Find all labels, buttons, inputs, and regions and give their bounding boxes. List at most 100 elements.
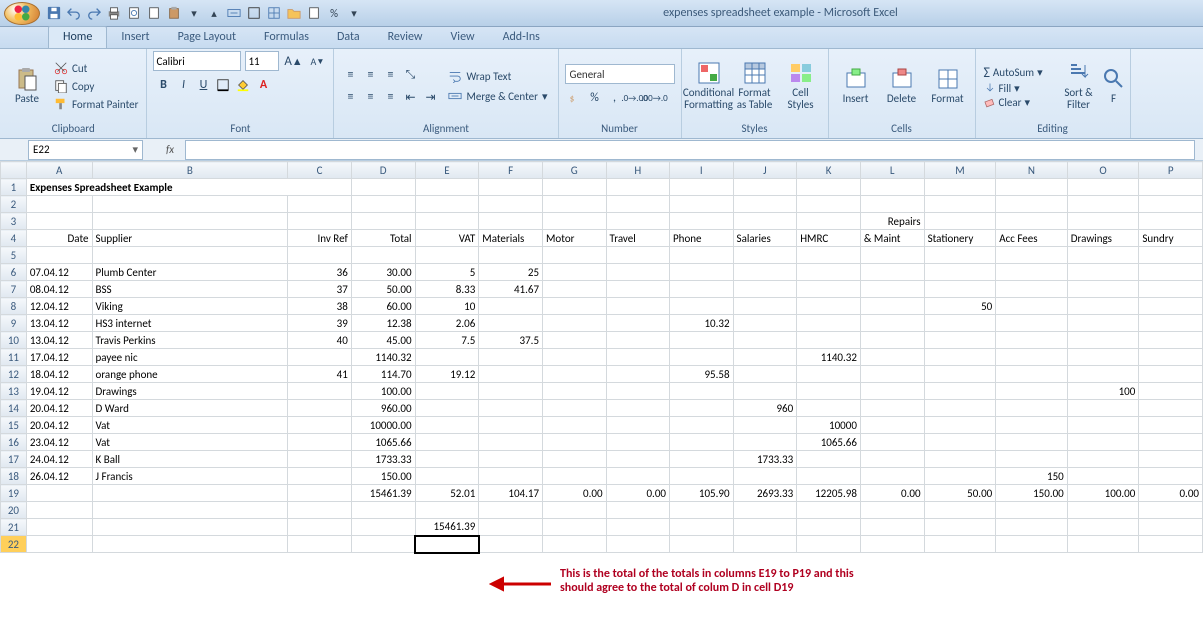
cell-O3[interactable] — [1067, 213, 1139, 230]
wrap-text-button[interactable]: Wrap Text — [444, 67, 551, 85]
cell-G13[interactable] — [543, 383, 607, 400]
cell-J2[interactable] — [733, 196, 797, 213]
cell-C12[interactable]: 41 — [288, 366, 352, 383]
cell-E16[interactable] — [415, 434, 479, 451]
cell-H1[interactable] — [606, 179, 669, 196]
cell-F21[interactable] — [479, 519, 543, 536]
cell-N8[interactable] — [996, 298, 1068, 315]
cell-B9[interactable]: HS3 internet — [92, 315, 288, 332]
cell-C14[interactable] — [288, 400, 352, 417]
align-bottom-icon[interactable]: ≡ — [380, 65, 400, 85]
cell-B18[interactable]: J Francis — [92, 468, 288, 485]
indent-decrease-icon[interactable]: ⇤ — [400, 87, 420, 107]
cell-B4[interactable]: Supplier — [92, 230, 288, 247]
cell-F5[interactable] — [479, 247, 543, 264]
cell-J7[interactable] — [733, 281, 797, 298]
cell-I1[interactable] — [670, 179, 734, 196]
qat-open-icon[interactable] — [286, 5, 302, 21]
cell-P5[interactable] — [1139, 247, 1203, 264]
cell-N17[interactable] — [996, 451, 1068, 468]
cell-C4[interactable]: Inv Ref — [288, 230, 352, 247]
cell-A9[interactable]: 13.04.12 — [26, 315, 92, 332]
cell-D4[interactable]: Total — [351, 230, 415, 247]
cell-J13[interactable] — [733, 383, 797, 400]
cell-O19[interactable]: 100.00 — [1067, 485, 1139, 502]
cell-styles-button[interactable]: Cell Styles — [780, 53, 822, 119]
cell-P2[interactable] — [1139, 196, 1203, 213]
cell-D6[interactable]: 30.00 — [351, 264, 415, 281]
cell-M2[interactable] — [924, 196, 996, 213]
cell-I10[interactable] — [670, 332, 734, 349]
cell-L7[interactable] — [860, 281, 924, 298]
qat-border-icon[interactable] — [246, 5, 262, 21]
cell-H20[interactable] — [606, 502, 669, 519]
cell-J18[interactable] — [733, 468, 797, 485]
formula-input[interactable] — [185, 140, 1195, 160]
cell-B6[interactable]: Plumb Center — [92, 264, 288, 281]
cell-N16[interactable] — [996, 434, 1068, 451]
cell-J5[interactable] — [733, 247, 797, 264]
cell-N15[interactable] — [996, 417, 1068, 434]
cell-N9[interactable] — [996, 315, 1068, 332]
cell-M12[interactable] — [924, 366, 996, 383]
cell-J12[interactable] — [733, 366, 797, 383]
cell-I17[interactable] — [670, 451, 734, 468]
sort-filter-button[interactable]: Sort & Filter — [1058, 53, 1100, 119]
cell-A13[interactable]: 19.04.12 — [26, 383, 92, 400]
cell-N6[interactable] — [996, 264, 1068, 281]
row-header-5[interactable]: 5 — [1, 247, 27, 264]
cell-H6[interactable] — [606, 264, 669, 281]
format-as-table-button[interactable]: Format as Table — [734, 53, 776, 119]
cell-D12[interactable]: 114.70 — [351, 366, 415, 383]
cell-C13[interactable] — [288, 383, 352, 400]
cell-A3[interactable] — [26, 213, 92, 230]
cell-I5[interactable] — [670, 247, 734, 264]
cell-K20[interactable] — [797, 502, 861, 519]
cell-L1[interactable] — [860, 179, 924, 196]
insert-cells-button[interactable]: Insert — [835, 53, 877, 119]
cell-O21[interactable] — [1067, 519, 1139, 536]
cell-B20[interactable] — [92, 502, 288, 519]
cell-D5[interactable] — [351, 247, 415, 264]
cell-H14[interactable] — [606, 400, 669, 417]
col-header-A[interactable]: A — [26, 162, 92, 179]
cell-N19[interactable]: 150.00 — [996, 485, 1068, 502]
row-header-21[interactable]: 21 — [1, 519, 27, 536]
orientation-icon[interactable]: ⤡ — [400, 65, 420, 85]
cell-P10[interactable] — [1139, 332, 1203, 349]
cell-M17[interactable] — [924, 451, 996, 468]
cell-A12[interactable]: 18.04.12 — [26, 366, 92, 383]
cell-P19[interactable]: 0.00 — [1139, 485, 1203, 502]
qat-preview-icon[interactable] — [126, 5, 142, 21]
cell-A16[interactable]: 23.04.12 — [26, 434, 92, 451]
cell-L2[interactable] — [860, 196, 924, 213]
cell-A4[interactable]: Date — [26, 230, 92, 247]
fx-icon[interactable]: fx — [161, 143, 179, 156]
cell-F3[interactable] — [479, 213, 543, 230]
cell-H19[interactable]: 0.00 — [606, 485, 669, 502]
cell-A15[interactable]: 20.04.12 — [26, 417, 92, 434]
cell-A8[interactable]: 12.04.12 — [26, 298, 92, 315]
cell-D17[interactable]: 1733.33 — [351, 451, 415, 468]
cell-L18[interactable] — [860, 468, 924, 485]
cell-A10[interactable]: 13.04.12 — [26, 332, 92, 349]
select-all-button[interactable] — [1, 162, 27, 179]
cell-O10[interactable] — [1067, 332, 1139, 349]
col-header-D[interactable]: D — [351, 162, 415, 179]
cell-I19[interactable]: 105.90 — [670, 485, 734, 502]
cell-O8[interactable] — [1067, 298, 1139, 315]
cell-B7[interactable]: BSS — [92, 281, 288, 298]
cell-C15[interactable] — [288, 417, 352, 434]
cell-P3[interactable] — [1139, 213, 1203, 230]
cell-E10[interactable]: 7.5 — [415, 332, 479, 349]
cell-N22[interactable] — [996, 536, 1068, 553]
cell-J1[interactable] — [733, 179, 797, 196]
cell-J9[interactable] — [733, 315, 797, 332]
cell-P20[interactable] — [1139, 502, 1203, 519]
delete-cells-button[interactable]: Delete — [881, 53, 923, 119]
cell-M19[interactable]: 50.00 — [924, 485, 996, 502]
col-header-H[interactable]: H — [606, 162, 669, 179]
tab-add-ins[interactable]: Add-Ins — [489, 27, 554, 48]
cell-K21[interactable] — [797, 519, 861, 536]
fill-color-button[interactable] — [233, 75, 253, 95]
